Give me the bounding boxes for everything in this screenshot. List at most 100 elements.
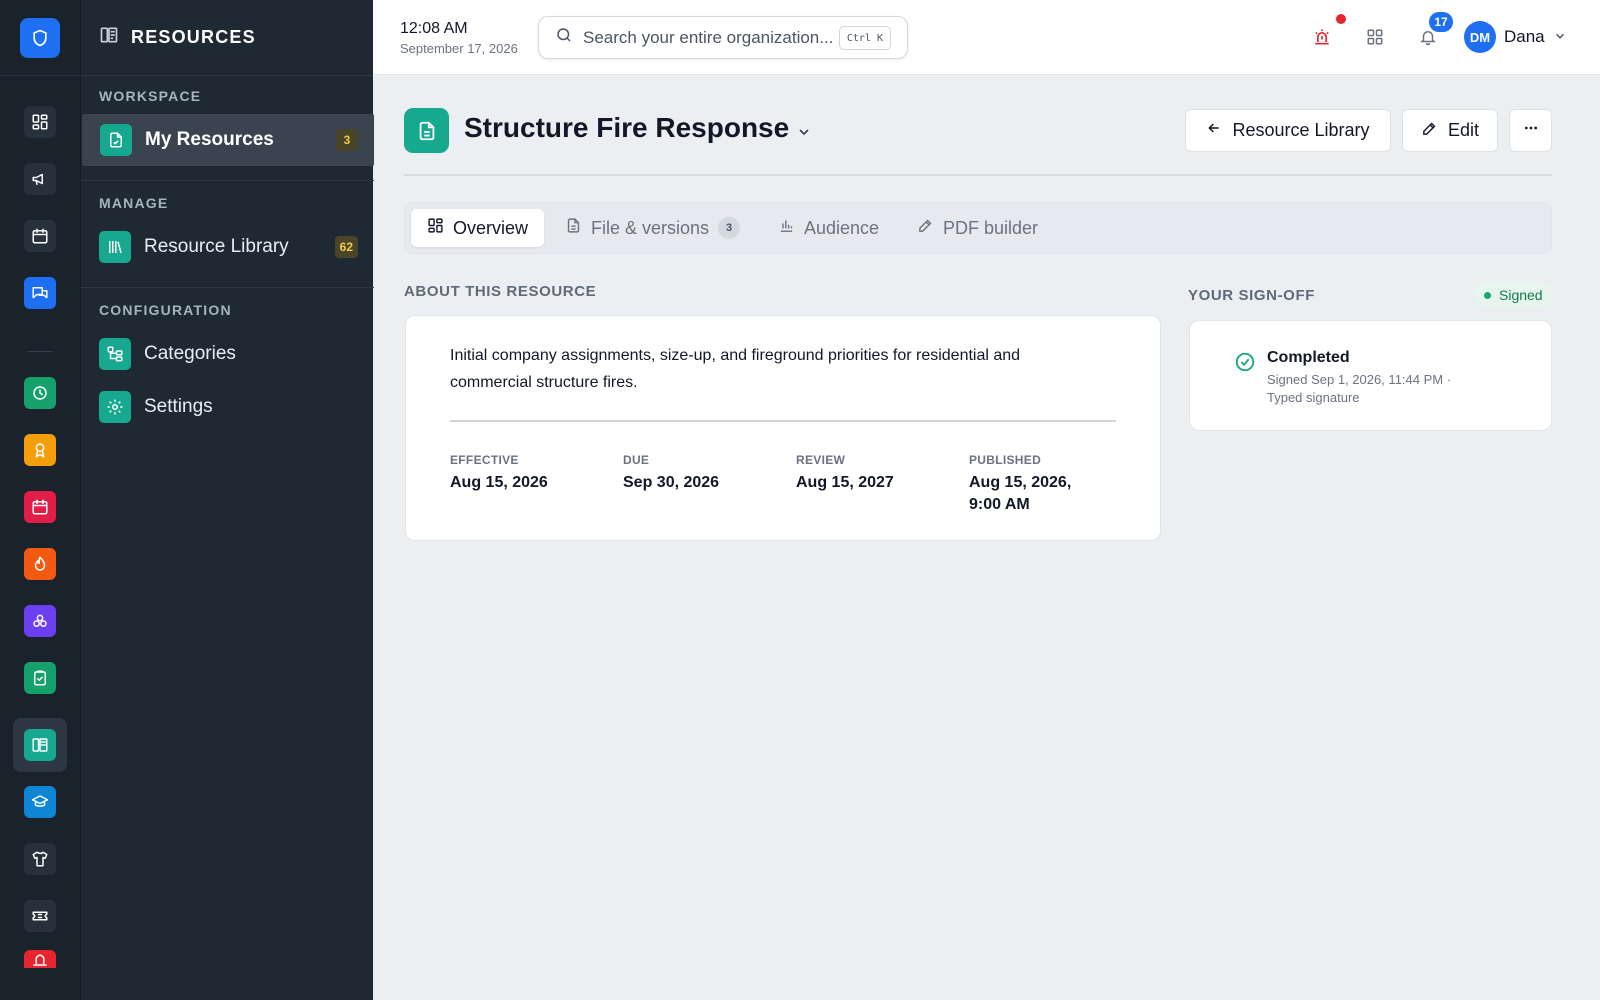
meta-value: Aug 15, 2026 [450,474,548,491]
rail-item-alarm[interactable] [24,950,56,968]
rail-item-clipboard-check[interactable] [24,662,56,694]
nav-label-categories: Categories [144,343,236,364]
top-bar: 12:08 AM September 17, 2026 Search your … [373,0,1600,75]
resource-description: Initial company assignments, size-up, an… [450,347,1021,391]
signoff-heading: YOUR SIGN-OFF [1188,287,1315,304]
signoff-detail: Signed Sep 1, 2026, 11:44 PM · Typed sig… [1267,371,1451,407]
meta-value: Sep 30, 2026 [623,474,720,491]
more-options-button[interactable] [1509,109,1552,152]
library-icon [99,231,131,263]
ticket-icon [31,907,49,925]
edit-button[interactable]: Edit [1402,109,1498,152]
calendar-icon [31,227,49,245]
rail-item-graduation-cap[interactable] [24,786,56,818]
resource-library-count-badge: 62 [334,236,358,258]
rail-item-biohazard[interactable] [24,605,56,637]
uniform-shirt-icon [31,850,49,868]
tab-overview[interactable]: Overview [411,209,545,247]
back-button-label: Resource Library [1232,120,1370,140]
nav-label-my-resources: My Resources [145,129,274,150]
status-dot [1484,291,1491,299]
meta-published: PUBLISHED Aug 15, 2026, 9:00 AM [969,453,1084,516]
schedule-icon [31,498,49,516]
tab-overview-label: Overview [453,217,529,238]
section-manage: MANAGE [99,195,169,211]
current-time: 12:08 AM [400,20,468,37]
status-label: Signed [1499,287,1543,303]
rail-item-ticket[interactable] [24,900,56,932]
signoff-detail-line: Signed Sep 1, 2026, 11:44 PM · [1267,372,1452,387]
nav-item-my-resources[interactable]: My Resources 3 [82,114,374,166]
about-heading: ABOUT THIS RESOURCE [404,283,597,300]
search-placeholder: Search your entire organization... [583,27,834,47]
rail-item-uniform-shirt[interactable] [24,843,56,875]
rail-item-chat[interactable] [24,277,56,309]
about-divider [450,420,1116,422]
rail-item-clock[interactable] [24,377,56,409]
tab-audience-label: Audience [804,217,880,238]
tab-pdf-builder[interactable]: PDF builder [917,209,1038,247]
meta-value: Aug 15, 2027 [796,474,894,491]
global-search-input[interactable]: Search your entire organization... Ctrl … [538,16,908,59]
meta-label: DUE [623,453,650,467]
nav-item-resource-library[interactable]: Resource Library 62 [81,221,374,273]
clipboard-check-icon [31,669,49,687]
back-to-library-button[interactable]: Resource Library [1185,109,1391,152]
tab-pdf-builder-label: PDF builder [943,217,1039,238]
signoff-card: Completed Signed Sep 1, 2026, 11:44 PM ·… [1189,320,1552,431]
emergency-alarm-icon[interactable] [1311,26,1333,48]
meta-value: Aug 15, 2026, 9:00 AM [969,474,1072,513]
meta-label: REVIEW [796,453,846,467]
document-icon [404,108,449,153]
files-count-badge: 3 [718,217,741,239]
rail-item-award[interactable] [24,434,56,466]
resource-tabs: Overview File & versions 3 Audience PDF … [404,202,1552,254]
flame-icon [31,555,49,573]
search-shortcut-hint: Ctrl K [838,26,891,50]
user-name[interactable]: Dana [1504,27,1545,47]
categories-tree-icon [99,338,131,370]
meta-review: REVIEW Aug 15, 2027 [796,453,894,494]
page-title: Structure Fire Response [464,112,790,143]
nav-item-categories[interactable]: Categories [81,328,374,380]
shield-logo-icon[interactable] [20,18,60,58]
arrow-left-icon [1206,120,1222,141]
rail-item-dashboard[interactable] [24,106,56,138]
meta-due: DUE Sep 30, 2026 [623,453,719,494]
rail-item-resources[interactable] [24,729,56,761]
rail-item-calendar[interactable] [24,220,56,252]
file-text-icon [565,217,582,239]
chevron-down-icon[interactable] [1553,29,1567,48]
clock-icon [31,384,49,402]
nav-item-settings[interactable]: Settings [81,381,374,433]
about-card: Initial company assignments, size-up, an… [405,315,1161,541]
avatar[interactable]: DM [1464,21,1496,53]
nav-label-resource-library: Resource Library [144,236,289,257]
nav-header: RESOURCES [81,0,373,76]
biohazard-icon [31,612,49,630]
tab-files-versions[interactable]: File & versions 3 [565,209,741,247]
resources-nav-panel: RESOURCES WORKSPACE My Resources 3 MANAG… [80,0,374,1000]
rail-item-schedule[interactable] [24,491,56,523]
tab-audience[interactable]: Audience [778,209,879,247]
gear-icon [99,391,131,423]
notification-count-badge: 17 [1429,12,1453,32]
pencil-icon [917,217,934,239]
meta-label: EFFECTIVE [450,453,519,467]
status-badge: Signed [1474,282,1553,308]
nav-label-settings: Settings [144,396,213,417]
megaphone-icon [31,170,49,188]
check-circle-icon [1234,351,1256,378]
rail-item-megaphone[interactable] [24,163,56,195]
section-workspace: WORKSPACE [99,88,202,104]
title-chevron-down-icon[interactable] [796,124,812,145]
pencil-icon [1421,120,1438,142]
alarm-icon [31,950,49,968]
award-icon [31,441,49,459]
rail-item-flame[interactable] [24,548,56,580]
section-configuration: CONFIGURATION [99,302,232,318]
current-date: September 17, 2026 [400,41,518,56]
file-sync-icon [100,124,132,156]
chat-icon [31,284,49,302]
apps-grid-icon[interactable] [1364,26,1386,48]
